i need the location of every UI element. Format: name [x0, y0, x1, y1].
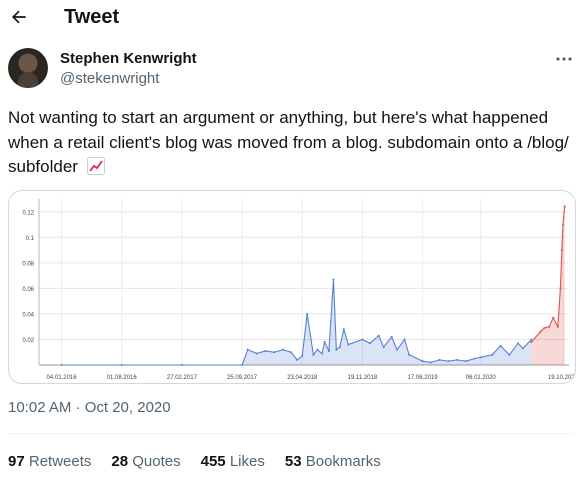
- data-point: [491, 353, 494, 356]
- data-point: [552, 316, 555, 319]
- x-tick-label: 19.11.2018: [348, 375, 378, 381]
- data-point: [382, 346, 385, 349]
- traffic-chart: 0.02 0.04 0.06 0.08 0.1 0.12 04.01.2016 01.08.2…: [22, 199, 575, 381]
- data-point: [473, 357, 476, 360]
- data-point: [429, 361, 432, 364]
- data-point: [556, 325, 559, 328]
- data-point: [347, 343, 350, 346]
- x-tick-label: 25.09.2017: [227, 375, 258, 381]
- author-name[interactable]: Stephen Kenwright: [60, 50, 197, 68]
- chart-increasing-icon: [86, 157, 105, 183]
- data-point: [321, 352, 324, 355]
- data-point: [290, 351, 293, 354]
- data-point: [438, 358, 441, 361]
- x-tick-label: 04.01.2016: [47, 375, 78, 381]
- tweet-timestamp[interactable]: 10:02 AM · Oct 20, 2020: [8, 399, 171, 416]
- data-point: [390, 335, 393, 338]
- retweets-stat[interactable]: 97 Retweets: [8, 453, 91, 470]
- author-handle[interactable]: @stekenwright: [60, 69, 197, 89]
- data-point: [563, 205, 566, 208]
- data-point: [335, 348, 338, 351]
- likes-stat[interactable]: 455 Likes: [201, 453, 265, 470]
- more-options-button[interactable]: [553, 50, 575, 68]
- data-point: [539, 330, 542, 333]
- data-point: [516, 342, 519, 345]
- tweet-media-chart[interactable]: 0.02 0.04 0.06 0.08 0.1 0.12 04.01.2016 01.08.2…: [8, 190, 576, 384]
- y-tick-label: 0.12: [22, 210, 34, 216]
- data-point: [377, 334, 380, 337]
- data-point: [296, 358, 299, 361]
- data-point: [255, 352, 258, 355]
- data-point: [306, 312, 309, 315]
- data-point: [479, 356, 482, 359]
- back-arrow-icon: [12, 10, 26, 24]
- data-point: [508, 353, 511, 356]
- page-title: Tweet: [64, 6, 120, 28]
- y-tick-label: 0.04: [22, 312, 34, 318]
- data-point: [464, 360, 467, 363]
- data-point: [408, 353, 411, 356]
- data-point: [560, 249, 563, 252]
- more-icon: [556, 57, 572, 61]
- data-point: [273, 351, 276, 354]
- data-point: [543, 326, 546, 329]
- data-point: [403, 338, 406, 341]
- data-point: [312, 353, 315, 356]
- data-point: [421, 360, 424, 363]
- page-header: Tweet: [0, 0, 582, 38]
- data-point: [396, 348, 399, 351]
- x-tick-label: 06.01.2020: [466, 375, 497, 381]
- data-point: [327, 349, 330, 352]
- data-point: [180, 364, 183, 366]
- data-point: [561, 223, 564, 226]
- x-tick-label: 17.06.2019: [408, 375, 439, 381]
- y-tick-label: 0.06: [22, 287, 34, 293]
- data-point: [120, 364, 123, 366]
- divider: [8, 433, 574, 434]
- data-point: [246, 348, 249, 351]
- data-point: [530, 341, 533, 344]
- engagement-stats: 97 Retweets 28 Quotes 455 Likes 53 Bookm…: [8, 453, 401, 470]
- data-point: [559, 287, 562, 290]
- back-button[interactable]: [6, 4, 32, 30]
- data-point: [548, 325, 551, 328]
- data-point: [323, 341, 326, 344]
- y-tick-label: 0.02: [22, 338, 34, 344]
- x-tick-label: 19.10.2020: [548, 375, 575, 381]
- avatar-figure: [18, 72, 38, 88]
- data-point: [301, 355, 304, 358]
- data-point: [332, 278, 335, 281]
- series-area: [531, 206, 565, 365]
- series-area: [61, 279, 532, 365]
- data-point: [455, 358, 458, 361]
- x-tick-label: 27.02.2017: [167, 375, 198, 381]
- bookmarks-stat[interactable]: 53 Bookmarks: [285, 453, 381, 470]
- y-tick-label: 0.1: [26, 236, 35, 242]
- data-point: [338, 346, 341, 349]
- x-tick-label: 01.08.2016: [107, 375, 138, 381]
- series-line: [61, 279, 532, 366]
- data-point: [447, 360, 450, 363]
- data-point: [316, 348, 319, 351]
- author-block: Stephen Kenwright @stekenwright: [60, 50, 197, 89]
- tweet-text: Not wanting to start an argument or anyt…: [8, 106, 574, 183]
- x-tick-label: 23.04.2018: [287, 375, 318, 381]
- quotes-stat[interactable]: 28 Quotes: [111, 453, 180, 470]
- data-point: [499, 344, 502, 347]
- data-point: [282, 348, 285, 351]
- data-point: [361, 338, 364, 341]
- y-tick-label: 0.08: [22, 261, 34, 267]
- data-point: [530, 338, 533, 341]
- data-point: [264, 349, 267, 352]
- data-point: [342, 328, 345, 331]
- data-point: [368, 342, 371, 345]
- data-point: [60, 364, 63, 366]
- data-point: [521, 347, 524, 350]
- data-point: [241, 364, 244, 366]
- avatar[interactable]: [8, 48, 48, 88]
